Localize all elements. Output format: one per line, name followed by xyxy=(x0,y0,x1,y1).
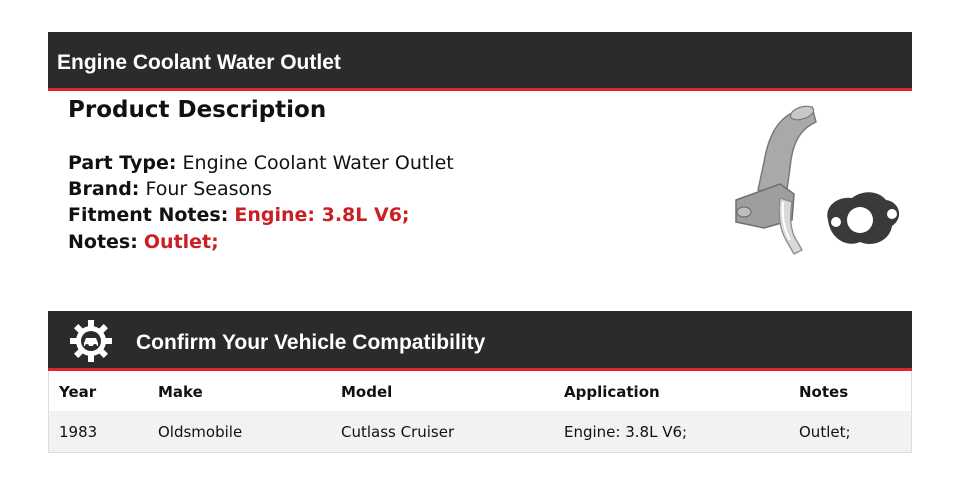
table-row: 1983 Oldsmobile Cutlass Cruiser Engine: … xyxy=(49,411,911,452)
coolant-outlet-image xyxy=(735,105,817,255)
compatibility-bar: Confirm Your Vehicle Compatibility xyxy=(48,311,912,371)
part-type-label: Part Type: xyxy=(68,152,177,174)
part-type-value: Engine Coolant Water Outlet xyxy=(182,152,454,174)
notes-value: Outlet; xyxy=(143,231,219,253)
notes-label: Notes: xyxy=(68,231,138,253)
brand-value: Four Seasons xyxy=(145,178,273,200)
cell-application: Engine: 3.8L V6; xyxy=(564,423,688,441)
page-title: Engine Coolant Water Outlet xyxy=(57,51,341,74)
cell-year: 1983 xyxy=(59,423,98,441)
header-bar: Engine Coolant Water Outlet xyxy=(48,32,912,91)
cell-notes: Outlet; xyxy=(799,423,851,441)
table-header: Year Make Model Application Notes xyxy=(49,371,911,411)
fitment-value: Engine: 3.8L V6; xyxy=(234,204,410,226)
column-header-make: Make xyxy=(158,383,203,401)
brand-label: Brand: xyxy=(68,178,140,200)
compatibility-table: Year Make Model Application Notes 1983 O… xyxy=(48,371,912,453)
product-image xyxy=(735,105,900,255)
cell-make: Oldsmobile xyxy=(158,423,243,441)
column-header-application: Application xyxy=(564,383,660,401)
product-description-heading: Product Description xyxy=(68,97,327,123)
compatibility-title: Confirm Your Vehicle Compatibility xyxy=(136,331,486,354)
column-header-year: Year xyxy=(59,383,97,401)
notes-line: Notes: Outlet; xyxy=(68,231,219,253)
brand-line: Brand: Four Seasons xyxy=(68,178,272,200)
part-type-line: Part Type: Engine Coolant Water Outlet xyxy=(68,152,454,174)
gasket-image xyxy=(827,192,900,245)
fitment-line: Fitment Notes: Engine: 3.8L V6; xyxy=(68,204,410,226)
column-header-model: Model xyxy=(341,383,393,401)
cell-model: Cutlass Cruiser xyxy=(341,423,455,441)
gear-car-icon xyxy=(70,320,112,362)
fitment-label: Fitment Notes: xyxy=(68,204,229,226)
column-header-notes: Notes xyxy=(799,383,849,401)
